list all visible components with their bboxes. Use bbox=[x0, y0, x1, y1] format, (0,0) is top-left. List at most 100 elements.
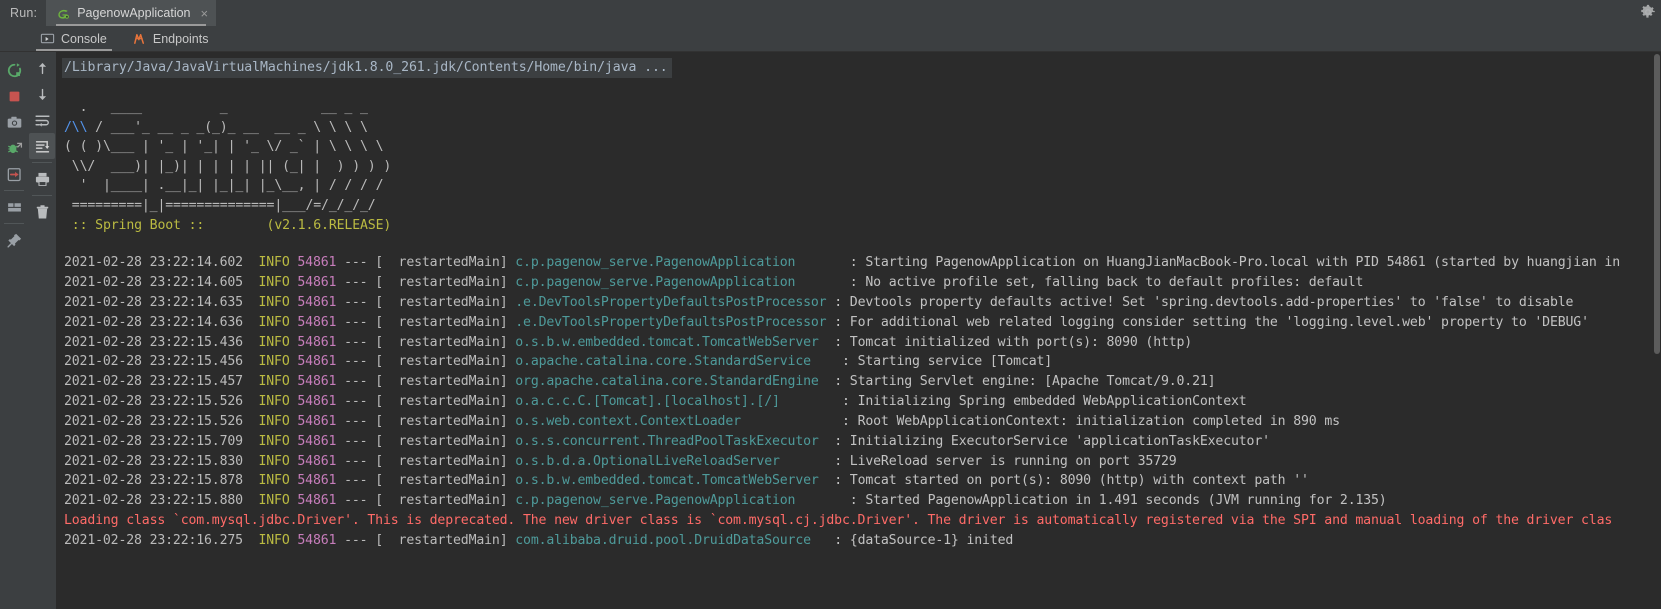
log-timestamp: 2021-02-28 23:22:15.457 bbox=[64, 374, 259, 389]
stop-icon[interactable] bbox=[1, 83, 27, 109]
export-icon[interactable] bbox=[1, 161, 27, 187]
log-line: 2021-02-28 23:22:15.709 INFO 54861 --- [… bbox=[62, 432, 1661, 452]
log-message: : Tomcat initialized with port(s): 8090 … bbox=[819, 335, 1192, 350]
log-timestamp: 2021-02-28 23:22:14.636 bbox=[64, 315, 259, 330]
console-play-icon bbox=[40, 31, 55, 46]
log-timestamp: 2021-02-28 23:22:15.436 bbox=[64, 335, 259, 350]
log-logger: c.p.pagenow_serve.PagenowApplication bbox=[515, 275, 795, 290]
rerun-icon[interactable] bbox=[1, 57, 27, 83]
log-thread: [ restartedMain] bbox=[375, 315, 515, 330]
log-thread: [ restartedMain] bbox=[375, 275, 515, 290]
log-level: INFO bbox=[259, 275, 290, 290]
run-body: /Library/Java/JavaVirtualMachines/jdk1.8… bbox=[0, 52, 1661, 609]
log-line: 2021-02-28 23:22:16.275 INFO 54861 --- [… bbox=[62, 531, 1661, 551]
close-icon[interactable]: × bbox=[201, 7, 209, 20]
log-thread: [ restartedMain] bbox=[375, 354, 515, 369]
console-output[interactable]: /Library/Java/JavaVirtualMachines/jdk1.8… bbox=[56, 52, 1661, 609]
vertical-scrollbar-thumb[interactable] bbox=[1654, 54, 1660, 354]
pin-icon[interactable] bbox=[1, 227, 27, 253]
log-level: INFO bbox=[259, 434, 290, 449]
log-logger: .e.DevToolsPropertyDefaultsPostProcessor bbox=[515, 315, 826, 330]
log-level: INFO bbox=[259, 454, 290, 469]
tab-console-label: Console bbox=[61, 32, 107, 46]
log-pid: 54861 bbox=[297, 434, 336, 449]
log-separator: --- bbox=[336, 315, 375, 330]
log-thread: [ restartedMain] bbox=[375, 374, 515, 389]
log-pid: 54861 bbox=[297, 533, 336, 548]
log-logger: org.apache.catalina.core.StandardEngine bbox=[515, 374, 818, 389]
log-line: 2021-02-28 23:22:14.602 INFO 54861 --- [… bbox=[62, 253, 1661, 273]
gear-icon[interactable] bbox=[1639, 3, 1657, 21]
spring-leaf-glyph: /\\ bbox=[64, 120, 87, 135]
console-tabs-bar: Console Endpoints bbox=[0, 26, 1661, 52]
print-icon[interactable] bbox=[29, 166, 55, 192]
log-level: INFO bbox=[259, 394, 290, 409]
tabs-gutter-spacer bbox=[0, 26, 28, 51]
log-pid: 54861 bbox=[297, 335, 336, 350]
trash-icon[interactable] bbox=[29, 199, 55, 225]
scroll-to-end-icon[interactable] bbox=[29, 133, 55, 159]
log-message: : Starting service [Tomcat] bbox=[811, 354, 1052, 369]
debug-attach-icon[interactable] bbox=[1, 135, 27, 161]
log-pid: 54861 bbox=[297, 454, 336, 469]
log-thread: [ restartedMain] bbox=[375, 295, 515, 310]
soft-wrap-icon[interactable] bbox=[29, 107, 55, 133]
log-message: : For additional web related logging con… bbox=[826, 315, 1588, 330]
log-timestamp: 2021-02-28 23:22:14.602 bbox=[64, 255, 259, 270]
banner-line: ' |____| .__|_| |_|_| |_\__, | / / / / bbox=[62, 176, 1661, 196]
log-separator: --- bbox=[336, 473, 375, 488]
log-separator: --- bbox=[336, 454, 375, 469]
log-pid: 54861 bbox=[297, 354, 336, 369]
log-level: INFO bbox=[259, 255, 290, 270]
log-timestamp: 2021-02-28 23:22:15.878 bbox=[64, 473, 259, 488]
log-logger: o.s.b.d.a.OptionalLiveReloadServer bbox=[515, 454, 780, 469]
spring-boot-icon bbox=[56, 6, 71, 21]
layout-icon[interactable] bbox=[1, 194, 27, 220]
log-message: : Devtools property defaults active! Set… bbox=[826, 295, 1573, 310]
log-separator: --- bbox=[336, 354, 375, 369]
log-separator: --- bbox=[336, 255, 375, 270]
log-pid: 54861 bbox=[297, 374, 336, 389]
log-level: INFO bbox=[259, 533, 290, 548]
arrow-down-icon[interactable] bbox=[29, 81, 55, 107]
log-timestamp: 2021-02-28 23:22:15.709 bbox=[64, 434, 259, 449]
log-logger: o.s.b.w.embedded.tomcat.TomcatWebServer bbox=[515, 473, 818, 488]
log-message: : {dataSource-1} inited bbox=[811, 533, 1013, 548]
log-line: 2021-02-28 23:22:15.830 INFO 54861 --- [… bbox=[62, 452, 1661, 472]
banner-line: \\/ ___)| |_)| | | | | || (_| | ) ) ) ) bbox=[62, 157, 1661, 177]
log-logger: com.alibaba.druid.pool.DruidDataSource bbox=[515, 533, 811, 548]
log-thread: [ restartedMain] bbox=[375, 434, 515, 449]
log-timestamp: 2021-02-28 23:22:14.635 bbox=[64, 295, 259, 310]
spring-boot-banner: . ____ _ __ _ _ /\\ / ___'_ __ _ _(_)_ _… bbox=[62, 98, 1661, 235]
log-pid: 54861 bbox=[297, 295, 336, 310]
log-timestamp: 2021-02-28 23:22:15.526 bbox=[64, 414, 259, 429]
log-separator: --- bbox=[336, 493, 375, 508]
vertical-scrollbar[interactable] bbox=[1652, 52, 1661, 609]
tab-console[interactable]: Console bbox=[28, 26, 120, 51]
log-message: : Initializing ExecutorService 'applicat… bbox=[819, 434, 1270, 449]
log-logger: c.p.pagenow_serve.PagenowApplication bbox=[515, 255, 795, 270]
banner-line: ( ( )\___ | '_ | '_| | '_ \/ _` | \ \ \ … bbox=[62, 137, 1661, 157]
log-thread: [ restartedMain] bbox=[375, 493, 515, 508]
run-tool-window: Run: PagenowApplication × Console bbox=[0, 0, 1661, 609]
log-timestamp: 2021-02-28 23:22:15.526 bbox=[64, 394, 259, 409]
log-separator: --- bbox=[336, 394, 375, 409]
tab-endpoints[interactable]: Endpoints bbox=[120, 26, 222, 51]
log-level: INFO bbox=[259, 473, 290, 488]
arrow-up-icon[interactable] bbox=[29, 55, 55, 81]
log-timestamp: 2021-02-28 23:22:16.275 bbox=[64, 533, 259, 548]
endpoints-icon bbox=[132, 31, 147, 46]
log-pid: 54861 bbox=[297, 275, 336, 290]
log-message: : Root WebApplicationContext: initializa… bbox=[741, 414, 1340, 429]
log-pid: 54861 bbox=[297, 414, 336, 429]
run-toolbar: Run: PagenowApplication × bbox=[0, 0, 1661, 26]
log-line-error: Loading class `com.mysql.jdbc.Driver'. T… bbox=[62, 511, 1661, 531]
log-separator: --- bbox=[336, 275, 375, 290]
log-level: INFO bbox=[259, 354, 290, 369]
banner-version: :: Spring Boot :: (v2.1.6.RELEASE) bbox=[62, 216, 1661, 236]
log-message: : Initializing Spring embedded WebApplic… bbox=[780, 394, 1247, 409]
log-line: 2021-02-28 23:22:15.436 INFO 54861 --- [… bbox=[62, 333, 1661, 353]
camera-icon[interactable] bbox=[1, 109, 27, 135]
run-tab-pagenowapplication[interactable]: PagenowApplication × bbox=[46, 0, 216, 26]
log-level: INFO bbox=[259, 335, 290, 350]
